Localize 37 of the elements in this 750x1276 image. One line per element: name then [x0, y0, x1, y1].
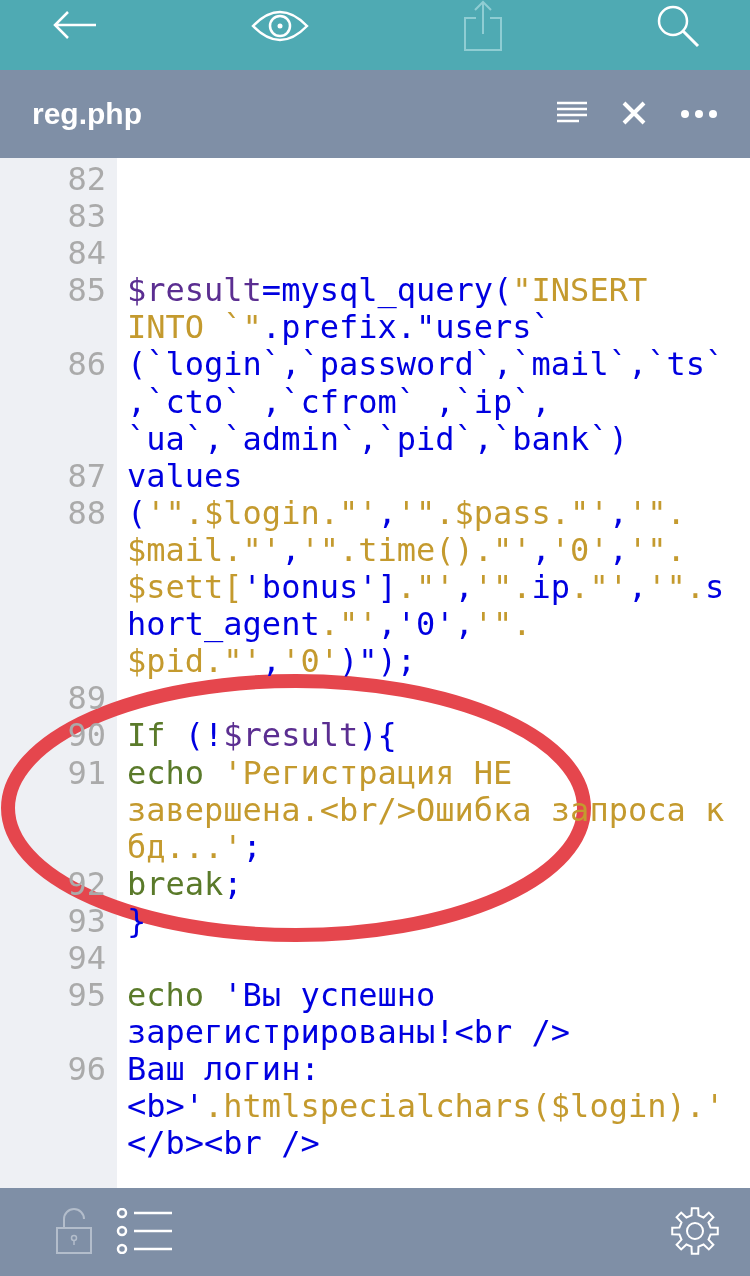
- code-line: (`login`,`password`,`mail`,`ts`: [127, 346, 725, 384]
- line-number: 91: [66, 754, 107, 792]
- line-number: 83: [66, 198, 107, 236]
- line-number: 94: [66, 939, 107, 978]
- code-line: $sett['bonus']."','".ip."','".s: [127, 569, 725, 607]
- code-line: <b>'.htmlspecialchars($login).': [127, 1088, 725, 1126]
- line-number: 96: [66, 1051, 107, 1089]
- line-number: 86: [66, 346, 107, 384]
- code-line: hort_agent."','0','".: [127, 606, 532, 644]
- code-line: Ваш логин:: [127, 1051, 320, 1089]
- code-line: `ua`,`admin`,`pid`,`bank`): [127, 420, 628, 458]
- code-line: values: [127, 457, 243, 495]
- line-number: 90: [66, 717, 107, 755]
- code-line: break;: [127, 865, 243, 903]
- code-line: INTO `".prefix."users`: [127, 309, 551, 347]
- line-number: 88: [66, 494, 107, 532]
- lock-icon[interactable]: [56, 1207, 92, 1257]
- list-icon[interactable]: [116, 1207, 172, 1257]
- line-number: 95: [66, 977, 107, 1015]
- line-number: 82: [66, 161, 107, 199]
- line-number: 89: [66, 680, 107, 718]
- code-line: ('".$login."','".$pass."','".: [127, 494, 686, 532]
- code-line: $pid."','0')");: [127, 643, 416, 681]
- line-number: 93: [66, 902, 107, 940]
- code-line: $result=mysql_query("INSERT: [127, 272, 648, 310]
- code-line: $mail."','".time()."','0','".: [127, 531, 686, 570]
- file-title: reg.php: [32, 97, 143, 131]
- code-line: echo 'Вы успешно: [127, 977, 436, 1015]
- code-line: бд...';: [127, 828, 262, 866]
- line-number: 84: [66, 235, 107, 273]
- code-line: echo 'Регистрация НЕ: [127, 754, 513, 792]
- code-line: </b><br />: [127, 1125, 320, 1163]
- code-line: зарегистрированы!<br />: [127, 1014, 571, 1052]
- line-number: 87: [66, 457, 107, 495]
- line-number: 85: [66, 272, 107, 310]
- code-line: If (!$result){: [127, 717, 397, 755]
- code-line: ,`cto` ,`cfrom` ,`ip`,: [127, 383, 551, 421]
